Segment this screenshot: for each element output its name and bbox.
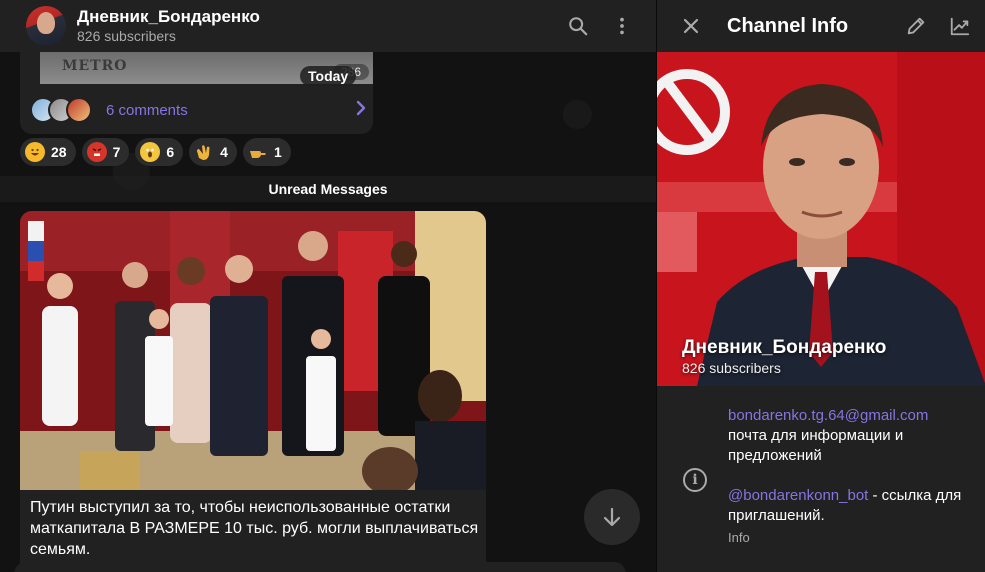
media-logo-text: METRO: [62, 58, 128, 74]
reaction-chip[interactable]: 6: [135, 138, 184, 166]
reaction-count: 7: [112, 144, 121, 160]
close-button[interactable]: [669, 4, 713, 48]
reaction-chip[interactable]: 7: [81, 138, 130, 166]
reactions-bar: 28 7 6 4 1: [20, 138, 291, 166]
comments-count-label: 6 comments: [106, 101, 188, 119]
reaction-chip[interactable]: 4: [189, 138, 237, 166]
edit-button[interactable]: [894, 4, 938, 48]
comments-button[interactable]: 6 comments: [30, 92, 373, 128]
rolling-laughing-emoji-icon: [25, 142, 45, 162]
post-bubble: Путин выступил за то, чтобы неиспользова…: [20, 211, 486, 572]
channel-subscriber-count: 826 subscribers: [682, 360, 781, 376]
bot-link[interactable]: @bondarenkonn_bot: [728, 487, 868, 504]
chat-title: Дневник_Бондаренко: [77, 7, 260, 26]
email-link[interactable]: bondarenko.tg.64@gmail.com: [728, 407, 928, 424]
chat-pane: Дневник_Бондаренко 826 subscribers METRO…: [0, 0, 656, 572]
chevron-right-icon: [355, 100, 367, 121]
reaction-count: 4: [220, 144, 228, 160]
reaction-count: 6: [166, 144, 175, 160]
arrow-down-icon: [603, 507, 621, 527]
statistics-chart-icon: [950, 17, 970, 36]
chat-subscriber-count: 826 subscribers: [77, 28, 176, 44]
ceremony-photo-image: [20, 211, 486, 490]
message-composer[interactable]: [14, 562, 626, 572]
pointing-hand-emoji-icon: [248, 142, 268, 162]
statistics-button[interactable]: [938, 4, 982, 48]
channel-info-details: i bondarenko.tg.64@gmail.com почта для и…: [657, 386, 985, 572]
previous-message-bubble: METRO 286 6 comments: [20, 52, 373, 134]
more-menu-button[interactable]: [600, 4, 644, 48]
commenter-avatar: [66, 97, 92, 123]
channel-info-pane: Channel Info Дневник_Бондаренко 826 subs…: [656, 0, 985, 572]
scroll-to-bottom-button[interactable]: [584, 489, 640, 545]
chat-header[interactable]: Дневник_Бондаренко 826 subscribers: [0, 0, 656, 52]
channel-profile-photo[interactable]: Дневник_Бондаренко 826 subscribers: [657, 52, 985, 386]
screaming-face-emoji-icon: [140, 142, 161, 162]
close-icon: [683, 18, 699, 34]
info-icon: i: [683, 468, 707, 492]
pencil-icon: [907, 17, 925, 35]
channel-avatar[interactable]: [26, 6, 66, 46]
reaction-count: 1: [273, 144, 282, 160]
angry-face-emoji-icon: [86, 142, 107, 162]
channel-info-title: Channel Info: [727, 14, 849, 37]
reaction-chip[interactable]: 28: [20, 138, 76, 166]
unread-messages-divider: Unread Messages: [0, 176, 656, 202]
channel-description: bondarenko.tg.64@gmail.com почта для инф…: [728, 406, 973, 526]
channel-info-header: Channel Info: [657, 0, 985, 52]
clapping-hands-emoji-icon: [194, 142, 214, 162]
post-text: Путин выступил за то, чтобы неиспользова…: [30, 499, 479, 558]
more-vertical-icon: [620, 17, 624, 35]
chat-title-block[interactable]: Дневник_Бондаренко 826 subscribers: [77, 7, 556, 45]
search-icon: [569, 17, 588, 36]
search-button[interactable]: [556, 4, 600, 48]
date-divider-pill: Today: [300, 66, 357, 86]
reaction-count: 28: [51, 144, 67, 160]
reaction-chip[interactable]: 1: [242, 138, 291, 166]
email-description: почта для информации и предложений: [728, 427, 904, 464]
profile-portrait-image: [657, 52, 985, 386]
info-field-label: Info: [728, 530, 750, 545]
post-photo[interactable]: [20, 211, 486, 490]
channel-name: Дневник_Бондаренко: [682, 337, 887, 358]
